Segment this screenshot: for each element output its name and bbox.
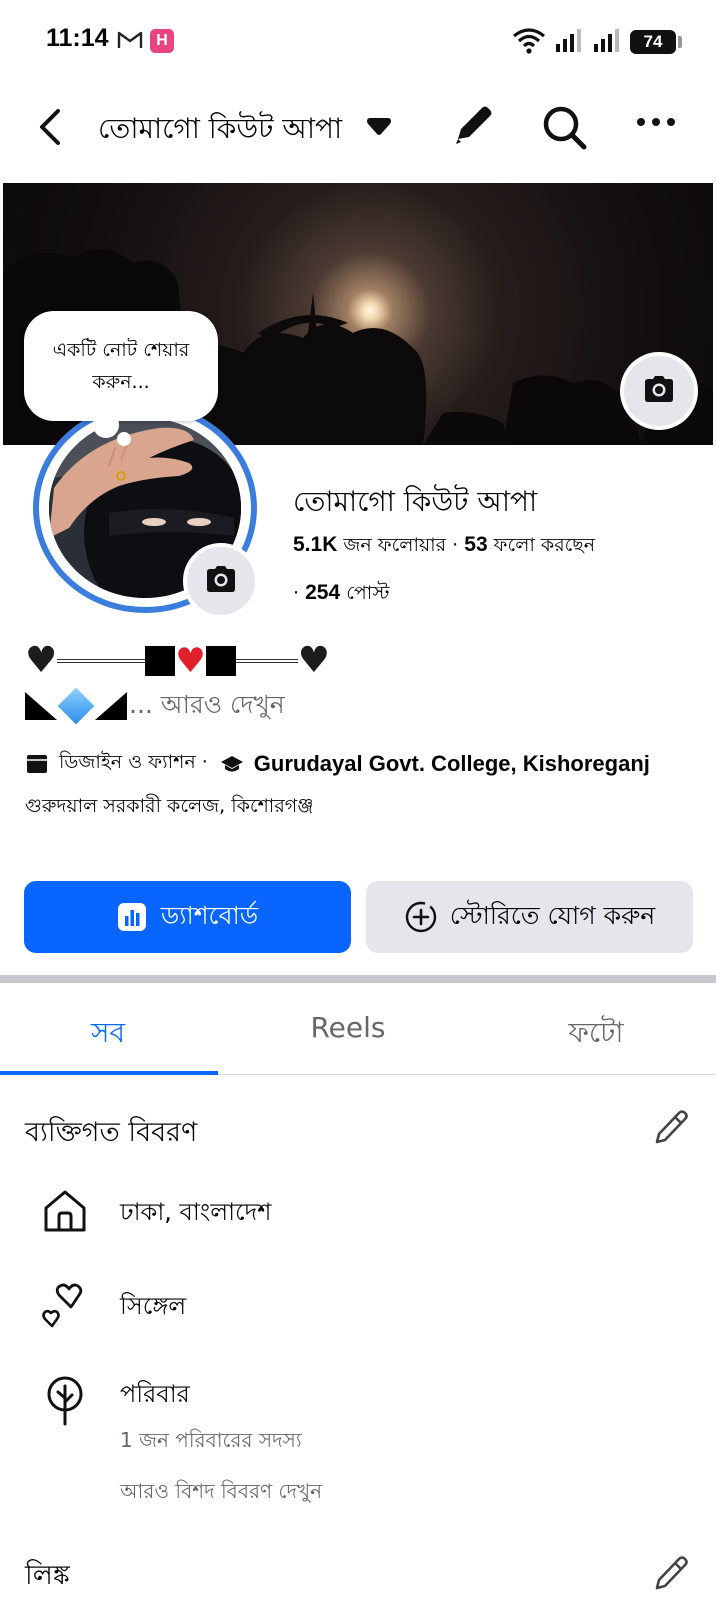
posts-prefix: · [293,582,300,604]
following-count[interactable]: 53 [464,533,487,556]
battery-icon: 74 [630,30,682,54]
camera-icon [204,565,238,597]
post-stats: · 254 পোস্ট [293,579,390,611]
dashboard-label: ড্যাশবোর্ড [160,900,259,930]
hearts-icon [40,1280,90,1330]
see-more-details-link[interactable]: আরও বিশদ বিবরণ দেখুন [120,1477,322,1510]
family-count: 1 জন পরিবারের সদস্য [120,1428,302,1452]
caret-down-icon[interactable] [365,117,393,141]
page-category: ডিজাইন ও ফ্যাশন · [59,751,208,773]
graduation-cap-icon [220,754,244,774]
cover-camera-button[interactable] [620,352,698,430]
location-row[interactable]: ঢাকা, বাংলাদেশ [40,1186,272,1236]
profile-tabs: সব Reels ফটো [0,983,716,1075]
black-heart-icon: ♥ [25,640,58,681]
personal-details-title: ব্যক্তিগত বিবরণ [25,1117,198,1148]
college-name[interactable]: Gurudayal Govt. College, Kishoreganj [254,751,650,777]
edit-links-pencil-icon[interactable] [653,1554,689,1596]
black-square-icon [205,646,236,676]
black-heart-icon: ♥ [297,640,331,681]
tab-photos[interactable]: ফটো [488,1011,704,1058]
profile-name: তোমাগো কিউট আপা [293,485,538,518]
red-heart-icon: ♥ [175,641,206,681]
status-bar: 11:14 H 74 [0,0,716,80]
family-block: পরিবার 1 জন পরিবারের সদস্য [120,1376,302,1459]
edit-pencil-icon[interactable] [452,103,494,151]
bio-emoji-line: ♥ ♥ ♥ [25,640,705,681]
back-arrow-icon[interactable] [30,105,70,149]
dashboard-chart-icon [117,902,147,932]
profile-info-row: ডিজাইন ও ফ্যাশন · Gurudayal Govt. Colleg… [25,748,650,780]
signal-icon-2 [592,27,622,57]
app-notification-icon: H [150,29,174,53]
black-triangle-icon [25,692,57,720]
relationship-row[interactable]: সিঙ্গেল [40,1280,186,1330]
search-icon[interactable] [542,105,588,155]
bio: ♥ ♥ ♥ ... আরও দেখুন [25,642,705,726]
location-text: ঢাকা, বাংলাদেশ [120,1198,272,1226]
note-bubble-tail [93,412,119,438]
tab-all[interactable]: সব [0,1011,216,1058]
following-label[interactable]: ফলো করছেন [494,534,595,556]
bio-divider [57,659,146,663]
black-square-icon [145,646,176,676]
followers-label[interactable]: জন ফলোয়ার · [343,534,458,556]
signal-icon [554,27,584,57]
family-row[interactable]: পরিবার 1 জন পরিবারের সদস্য [40,1376,302,1452]
share-note-bubble[interactable]: একটি নোট শেয়ার করুন... [24,311,218,421]
posts-count: 254 [305,581,341,604]
profile-switcher-title[interactable]: তোমাগো কিউট আপা [98,107,342,154]
follow-stats: 5.1K জন ফলোয়ার · 53 ফলো করছেন [293,531,595,563]
top-nav: তোমাগো কিউট আপা [0,85,716,165]
family-tree-icon [40,1376,90,1426]
dashboard-button[interactable]: ড্যাশবোর্ড [24,881,351,953]
more-options-icon[interactable] [636,113,676,132]
home-icon [40,1186,90,1236]
links-title: লিঙ্ক [25,1560,70,1591]
posts-label: পোস্ট [346,582,390,604]
college-name-bangla: গুরুদয়াল সরকারী কলেজ, কিশোরগঞ্জ [25,795,314,817]
blue-diamond-icon [57,687,95,725]
note-prompt-text: একটি নোট শেয়ার করুন... [52,339,190,393]
note-bubble-tail-small [117,432,131,446]
active-tab-indicator [0,1071,218,1075]
bio-divider [235,659,298,663]
status-time: 11:14 [46,24,109,52]
camera-icon [642,375,676,407]
section-divider [0,975,716,983]
tab-reels[interactable]: Reels [240,1011,456,1044]
add-story-label: স্টোরিতে যোগ করুন [449,900,656,930]
edit-details-pencil-icon[interactable] [653,1108,689,1150]
add-story-icon [404,900,438,934]
add-to-story-button[interactable]: স্টোরিতে যোগ করুন [366,881,693,953]
avatar-camera-button[interactable] [183,543,259,619]
black-triangle-icon [95,692,127,720]
bio-emoji-line-2: ... আরও দেখুন [25,686,705,726]
followers-count[interactable]: 5.1K [293,533,337,556]
relationship-text: সিঙ্গেল [120,1292,187,1320]
family-title: পরিবার [120,1380,190,1408]
clapperboard-icon [25,754,49,774]
gmail-icon [117,30,143,54]
wifi-icon [512,26,546,58]
bio-see-more-link[interactable]: ... আরও দেখুন [129,685,285,728]
